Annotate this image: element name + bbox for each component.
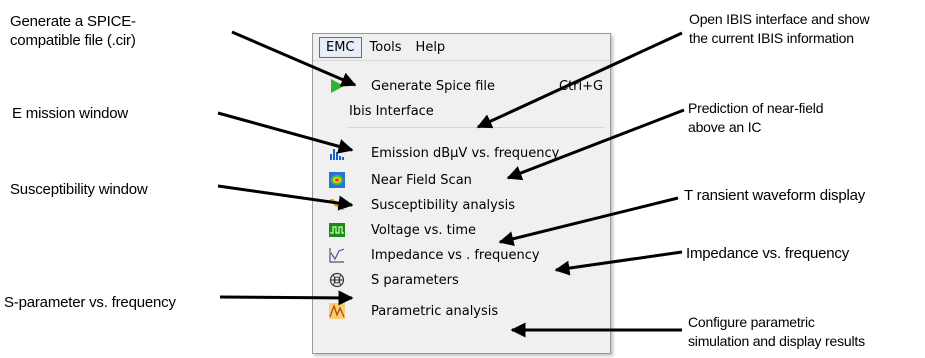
menu-item-generate-spice[interactable]: Generate Spice file Ctrl+G <box>313 74 610 98</box>
annotation-s-parameter: S-parameter vs. frequency <box>4 294 176 311</box>
annotation-impedance: Impedance vs. frequency <box>686 245 849 262</box>
heatmap-icon <box>329 172 345 188</box>
annotation-generate-spice: Generate a SPICE- compatible file (.cir) <box>10 13 136 49</box>
annotation-transient-waveform: T ransient waveform display <box>684 187 866 204</box>
play-icon <box>331 79 344 93</box>
menu-item-label: Parametric analysis <box>371 303 499 319</box>
menu-item-label: Impedance vs . frequency <box>371 247 540 263</box>
menu-item-impedance[interactable]: Impedance vs . frequency <box>313 243 610 267</box>
annotation-emission-window: E mission window <box>12 105 129 122</box>
menu-separator <box>347 127 605 128</box>
menu-emc[interactable]: EMC <box>319 36 362 58</box>
menu-item-label: S parameters <box>371 272 459 288</box>
menu-item-voltage-time[interactable]: Voltage vs. time <box>313 218 610 242</box>
menu-item-s-parameters[interactable]: S parameters <box>313 268 610 292</box>
menu-item-parametric[interactable]: Parametric analysis <box>313 299 610 323</box>
menu-tools[interactable]: Tools <box>364 38 408 57</box>
waveform-icon <box>329 223 345 237</box>
menu-item-label: Near Field Scan <box>371 172 472 188</box>
menu-item-label: Ibis Interface <box>349 103 434 119</box>
annotation-near-field: Prediction of near-field above an IC <box>688 100 824 135</box>
menu-item-label: Emission dBµV vs. frequency <box>371 145 560 161</box>
menu-item-label: Susceptibility analysis <box>371 197 516 213</box>
menu-item-label: Voltage vs. time <box>371 222 476 238</box>
annotation-parametric: Configure parametric simulation and disp… <box>688 314 865 349</box>
impedance-icon <box>329 248 345 263</box>
parametric-icon <box>329 303 345 319</box>
s-parameter-icon <box>329 272 345 288</box>
menu-item-ibis-interface[interactable]: Ibis Interface <box>313 99 610 123</box>
lightning-icon <box>329 198 345 211</box>
menu-bar: EMC Tools Help <box>313 34 610 61</box>
shortcut-label: Ctrl+G <box>559 78 604 94</box>
menu-item-susceptibility[interactable]: Susceptibility analysis <box>313 193 610 217</box>
emission-spectrum-icon <box>330 149 344 160</box>
annotation-susceptibility-window: Susceptibility window <box>10 181 148 198</box>
menu-item-label: Generate Spice file <box>371 78 496 94</box>
menu-help[interactable]: Help <box>410 38 452 57</box>
menu-item-near-field-scan[interactable]: Near Field Scan <box>313 168 610 192</box>
annotation-ibis-interface: Open IBIS interface and show the current… <box>689 11 870 46</box>
menu-item-emission[interactable]: Emission dBµV vs. frequency <box>313 141 610 165</box>
emc-menu-window: EMC Tools Help Generate Spice file Ctrl+… <box>312 33 611 354</box>
